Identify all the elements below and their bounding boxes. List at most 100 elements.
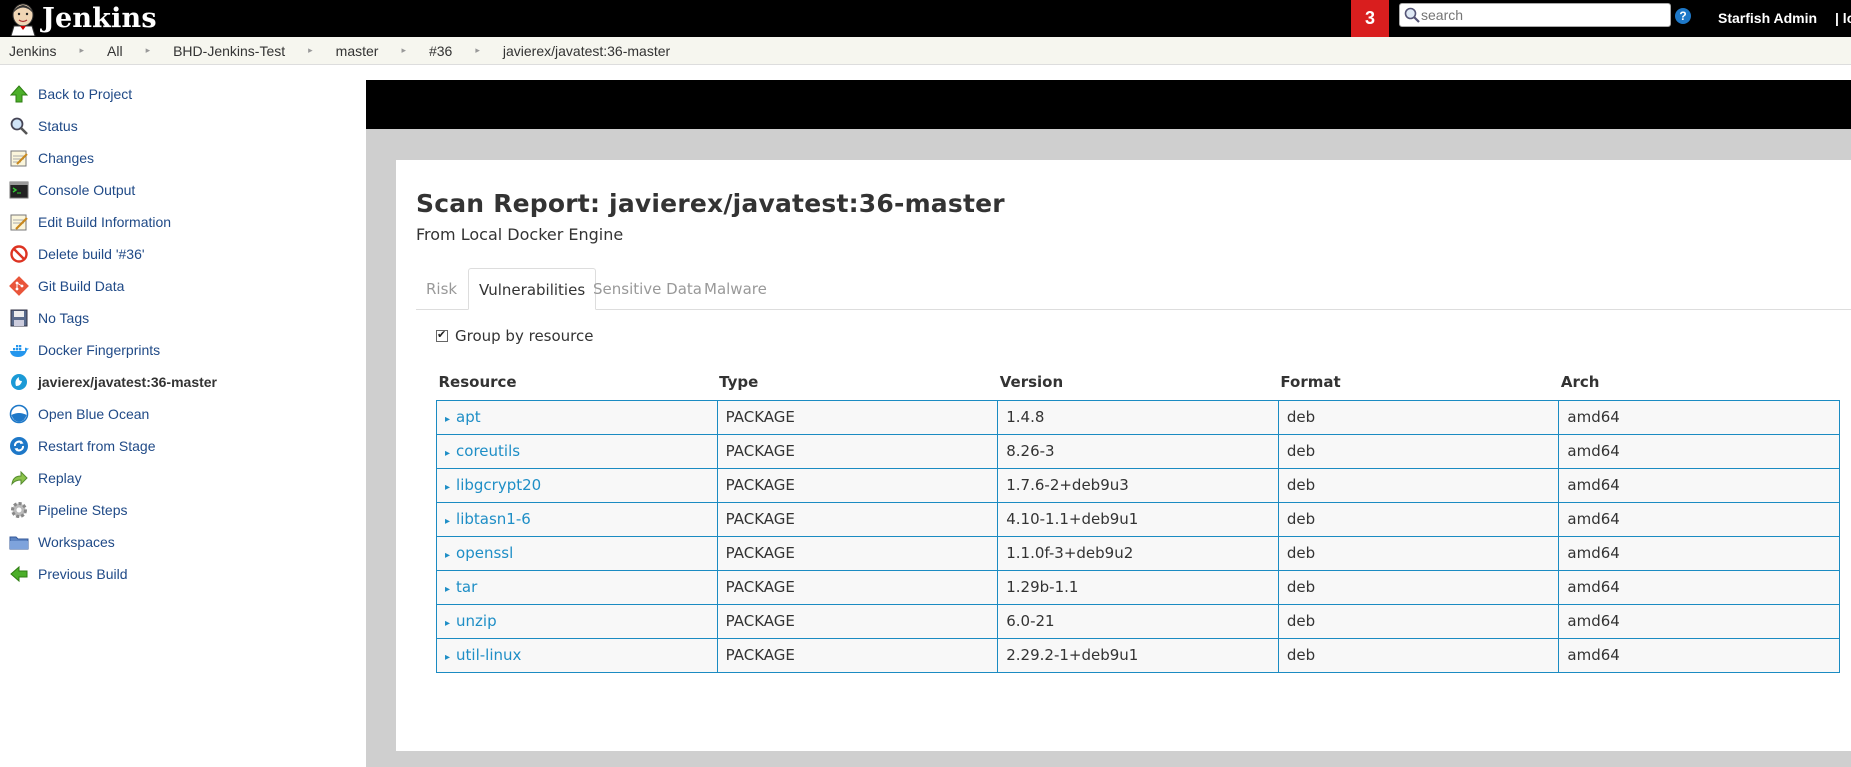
sidebar-item-label[interactable]: Status (38, 118, 78, 134)
sidebar-item[interactable]: Replay (0, 462, 366, 494)
sidebar-item-label[interactable]: Docker Fingerprints (38, 342, 160, 358)
resource-cell[interactable]: ▸ libtasn1-6 (436, 501, 718, 537)
sidebar-item[interactable]: Docker Fingerprints (0, 334, 366, 366)
resource-cell[interactable]: ▸ tar (436, 569, 718, 605)
table-cell-format: deb (1277, 535, 1560, 571)
sidebar-item-label[interactable]: Previous Build (38, 566, 128, 582)
table-row[interactable]: ▸ libgcrypt20 PACKAGE 1.7.6-2+deb9u3 deb amd6… (436, 467, 1840, 503)
expand-triangle-icon[interactable]: ▸ (445, 550, 450, 561)
sidebar-item[interactable]: Git Build Data (0, 270, 366, 302)
breadcrumb-item[interactable]: All (107, 43, 123, 59)
sidebar-item[interactable]: Changes (0, 142, 366, 174)
column-header-resource[interactable]: Resource (437, 364, 718, 400)
resource-cell[interactable]: ▸ unzip (436, 603, 718, 639)
breadcrumb-item[interactable]: javierex/javatest:36-master (503, 43, 670, 59)
chevron-right-icon[interactable]: ▸ (79, 45, 84, 56)
sidebar-item-label[interactable]: Workspaces (38, 534, 115, 550)
notification-badge[interactable]: 3 (1351, 0, 1389, 37)
tab-vulnerabilities[interactable]: Vulnerabilities (468, 268, 597, 310)
tab-malware[interactable]: Malware (694, 268, 777, 310)
group-by-checkbox[interactable] (436, 328, 448, 342)
expand-triangle-icon[interactable]: ▸ (445, 584, 450, 595)
sidebar-item-label[interactable]: Edit Build Information (38, 214, 171, 230)
chevron-right-icon[interactable]: ▸ (475, 45, 480, 56)
resource-cell[interactable]: ▸ libgcrypt20 (436, 467, 718, 503)
expand-triangle-icon[interactable]: ▸ (445, 618, 450, 629)
sidebar-item-label[interactable]: Changes (38, 150, 94, 166)
sidebar-item[interactable]: Workspaces (0, 526, 366, 558)
resource-link[interactable]: unzip (456, 612, 497, 630)
table-cell-format: deb (1277, 637, 1560, 673)
chevron-right-icon[interactable]: ▸ (401, 45, 406, 56)
git-icon (9, 276, 29, 296)
resource-cell[interactable]: ▸ apt (436, 399, 718, 435)
table-cell-arch: amd64 (1558, 467, 1840, 503)
table-row[interactable]: ▸ libtasn1-6 PACKAGE 4.10-1.1+deb9u1 deb amd6… (436, 501, 1840, 537)
resource-link[interactable]: coreutils (456, 442, 520, 460)
sidebar-item[interactable]: Open Blue Ocean (0, 398, 366, 430)
resource-link[interactable]: libtasn1-6 (456, 510, 531, 528)
jenkins-butler-icon (8, 2, 38, 36)
sidebar-item-label[interactable]: Console Output (38, 182, 135, 198)
sidebar-item-label[interactable]: Replay (38, 470, 82, 486)
column-header-type[interactable]: Type (717, 364, 998, 400)
breadcrumb-item[interactable]: #36 (429, 43, 452, 59)
resource-link[interactable]: libgcrypt20 (456, 476, 541, 494)
chevron-right-icon[interactable]: ▸ (146, 45, 151, 56)
sidebar-item[interactable]: Back to Project (0, 78, 366, 110)
resource-cell[interactable]: ▸ openssl (436, 535, 718, 571)
breadcrumb-item[interactable]: Jenkins (9, 43, 56, 59)
column-header-version[interactable]: Version (998, 364, 1279, 400)
expand-triangle-icon[interactable]: ▸ (445, 652, 450, 663)
resource-link[interactable]: tar (456, 578, 477, 596)
sidebar-item-label[interactable]: Delete build '#36' (38, 246, 145, 262)
gear-icon (9, 500, 29, 520)
sidebar-item[interactable]: Delete build '#36' (0, 238, 366, 270)
sidebar-item[interactable]: Edit Build Information (0, 206, 366, 238)
table-row[interactable]: ▸ util-linux PACKAGE 2.29.2-1+deb9u1 deb amd6… (436, 637, 1840, 673)
page-subtitle: From Local Docker Engine (416, 225, 624, 244)
sidebar-item[interactable]: No Tags (0, 302, 366, 334)
sidebar-item-label[interactable]: Restart from Stage (38, 438, 156, 454)
logout-link[interactable]: | lo (1835, 10, 1851, 26)
sidebar-item[interactable]: Previous Build (0, 558, 366, 590)
jenkins-logo[interactable]: Jenkins (8, 0, 157, 37)
resource-cell[interactable]: ▸ coreutils (436, 433, 718, 469)
table-row[interactable]: ▸ unzip PACKAGE 6.0-21 deb amd64 (436, 603, 1840, 639)
resource-cell[interactable]: ▸ util-linux (436, 637, 718, 673)
sidebar-item-label[interactable]: Back to Project (38, 86, 132, 102)
sidebar-item[interactable]: Restart from Stage (0, 430, 366, 462)
sidebar-item-label[interactable]: javierex/javatest:36-master (38, 374, 217, 390)
expand-triangle-icon[interactable]: ▸ (445, 482, 450, 493)
expand-triangle-icon[interactable]: ▸ (445, 516, 450, 527)
sidebar-item-label[interactable]: No Tags (38, 310, 89, 326)
column-header-arch[interactable]: Arch (1559, 364, 1840, 400)
table-row[interactable]: ▸ apt PACKAGE 1.4.8 deb amd64 (436, 399, 1840, 435)
search-box[interactable] (1399, 3, 1671, 27)
table-row[interactable]: ▸ coreutils PACKAGE 8.26-3 deb amd64 (436, 433, 1840, 469)
table-row[interactable]: ▸ openssl PACKAGE 1.1.0f-3+deb9u2 deb amd64 (436, 535, 1840, 571)
sidebar-item-label[interactable]: Git Build Data (38, 278, 124, 294)
group-by-resource-toggle[interactable]: Group by resource (436, 327, 593, 345)
sidebar-item-label[interactable]: Open Blue Ocean (38, 406, 149, 422)
table-row[interactable]: ▸ tar PACKAGE 1.29b-1.1 deb amd64 (436, 569, 1840, 605)
resource-link[interactable]: openssl (456, 544, 513, 562)
sidebar-item[interactable]: Status (0, 110, 366, 142)
breadcrumb-item[interactable]: BHD-Jenkins-Test (173, 43, 285, 59)
sidebar-item[interactable]: Pipeline Steps (0, 494, 366, 526)
sidebar-item-label[interactable]: Pipeline Steps (38, 502, 128, 518)
resource-link[interactable]: util-linux (456, 646, 521, 664)
user-name-link[interactable]: Starfish Admin (1718, 10, 1817, 26)
sidebar-item[interactable]: javierex/javatest:36-master (0, 366, 366, 398)
sidebar-item[interactable]: Console Output (0, 174, 366, 206)
expand-triangle-icon[interactable]: ▸ (445, 448, 450, 459)
help-icon[interactable]: ? (1675, 8, 1691, 24)
search-input[interactable] (1421, 7, 1661, 23)
breadcrumb-item[interactable]: master (336, 43, 379, 59)
column-header-format[interactable]: Format (1278, 364, 1559, 400)
tab-risk[interactable]: Risk (416, 268, 467, 310)
chevron-right-icon[interactable]: ▸ (308, 45, 313, 56)
resource-link[interactable]: apt (456, 408, 481, 426)
expand-triangle-icon[interactable]: ▸ (445, 414, 450, 425)
tab-sensitive-data[interactable]: Sensitive Data (583, 268, 712, 310)
